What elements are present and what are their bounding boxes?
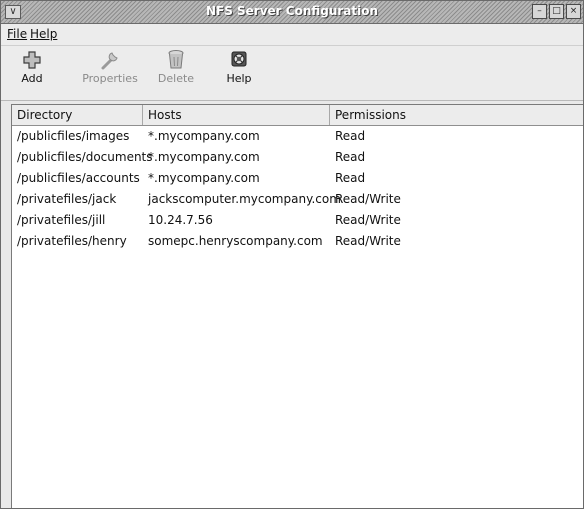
cell-hosts: 10.24.7.56 [148,213,213,227]
delete-button[interactable]: Delete [156,48,196,85]
cell-directory: /publicfiles/accounts [17,171,140,185]
cell-directory: /privatefiles/jill [17,213,106,227]
toolbar: Add Properties Delete Help [1,46,583,101]
lifebuoy-icon [223,48,255,72]
table-row[interactable]: /publicfiles/documents *.mycompany.com R… [12,147,583,168]
title-bar[interactable]: ∨ NFS Server Configuration – □ × [1,1,583,24]
table-row[interactable]: /privatefiles/jill 10.24.7.56 Read/Write [12,210,583,231]
window-controls: – □ × [532,4,581,19]
maximize-button[interactable]: □ [549,4,564,19]
table-header: Directory Hosts Permissions [12,105,583,126]
table-row[interactable]: /privatefiles/henry somepc.henryscompany… [12,231,583,252]
cell-directory: /publicfiles/images [17,129,130,143]
column-header-hosts[interactable]: Hosts [143,105,330,125]
properties-button[interactable]: Properties [79,48,141,85]
cell-permissions: Read/Write [335,234,401,248]
trash-icon [160,48,192,72]
cell-hosts: *.mycompany.com [148,171,260,185]
cell-directory: /publicfiles/documents [17,150,153,164]
table-row[interactable]: /publicfiles/images *.mycompany.com Read [12,126,583,147]
window-title: NFS Server Configuration [205,4,379,18]
cell-directory: /privatefiles/henry [17,234,127,248]
properties-label: Properties [82,72,138,85]
cell-permissions: Read [335,171,366,185]
delete-label: Delete [157,72,195,85]
cell-hosts: *.mycompany.com [148,129,260,143]
cell-permissions: Read [335,150,366,164]
cell-hosts: somepc.henryscompany.com [148,234,323,248]
cell-permissions: Read/Write [335,192,401,206]
cell-directory: /privatefiles/jack [17,192,117,206]
table-row[interactable]: /publicfiles/accounts *.mycompany.com Re… [12,168,583,189]
add-button[interactable]: Add [15,48,49,85]
column-header-permissions[interactable]: Permissions [330,105,583,125]
cell-hosts: jackscomputer.mycompany.com [148,192,341,206]
table-row[interactable]: /privatefiles/jack jackscomputer.mycompa… [12,189,583,210]
menu-help[interactable]: Help [30,27,57,41]
close-button[interactable]: × [566,4,581,19]
cell-hosts: *.mycompany.com [148,150,260,164]
menu-bar: File Help [1,24,583,46]
minimize-button[interactable]: – [532,4,547,19]
nfs-config-window: ∨ NFS Server Configuration – □ × File He… [0,0,584,509]
wrench-icon [94,48,126,72]
column-header-directory[interactable]: Directory [12,105,143,125]
add-label: Add [21,72,43,85]
menu-file-label: File [7,27,28,41]
help-label: Help [226,72,252,85]
exports-table: Directory Hosts Permissions /publicfiles… [11,104,583,508]
menu-help-label: Help [30,27,58,41]
cell-permissions: Read [335,129,366,143]
menu-file[interactable]: File [7,27,27,41]
add-plus-icon [16,48,48,72]
help-button[interactable]: Help [221,48,257,85]
cell-permissions: Read/Write [335,213,401,227]
